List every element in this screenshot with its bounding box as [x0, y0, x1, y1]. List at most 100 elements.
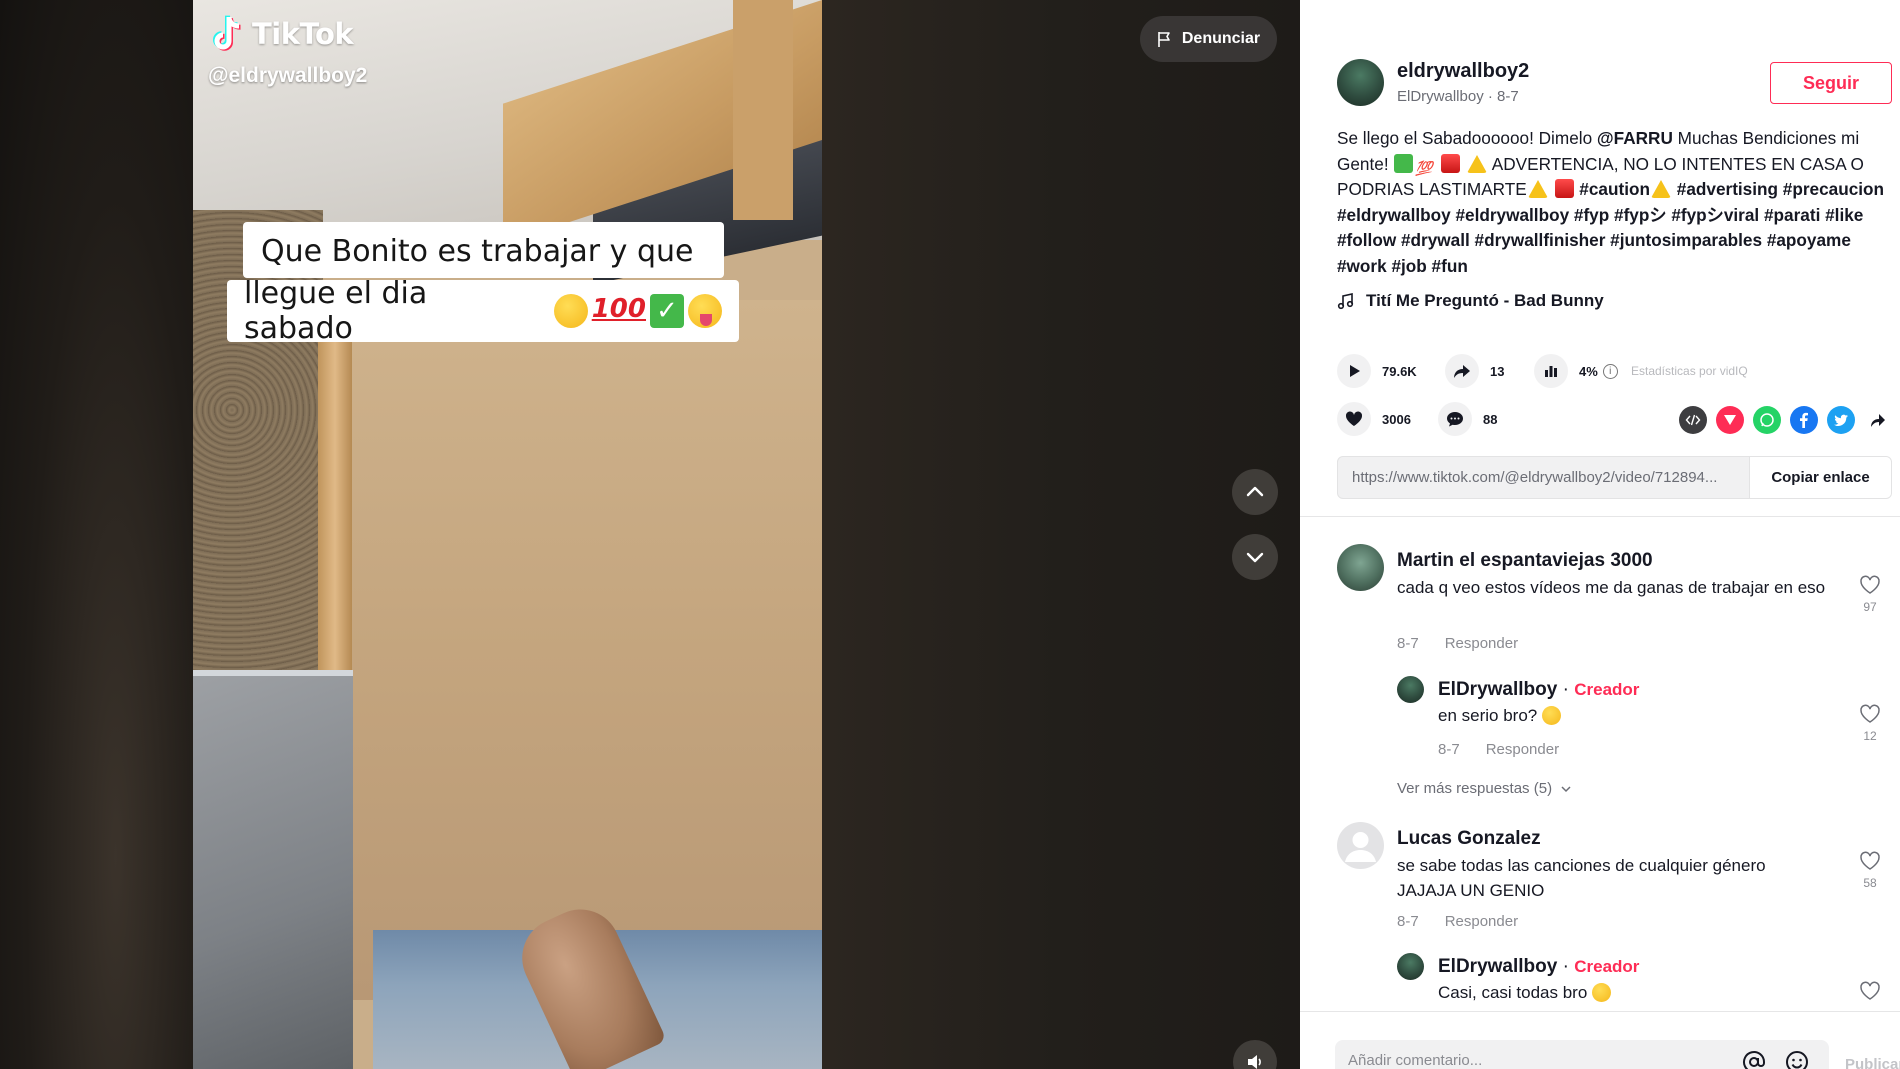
reply-author[interactable]: ElDrywallboy · Creador [1438, 679, 1639, 701]
emoji-picker-icon[interactable] [1785, 1050, 1809, 1069]
comment-like-count: 58 [1863, 876, 1877, 890]
engagement-button[interactable] [1534, 354, 1568, 388]
commenter-name[interactable]: Martin el espantaviejas 3000 [1397, 550, 1653, 572]
play-count-button[interactable] [1337, 354, 1371, 388]
embed-code-icon [1685, 414, 1701, 426]
comment-text: cada q veo estos vídeos me da ganas de t… [1397, 578, 1826, 597]
view-more-replies-label: Ver más respuestas (5) [1397, 780, 1553, 797]
share-arrow-icon [1871, 414, 1885, 427]
at-mention-icon[interactable] [1742, 1050, 1766, 1069]
hundred-emoji-icon: 100 [591, 294, 646, 324]
reply-avatar[interactable] [1397, 953, 1424, 980]
video-blur-background-left [0, 0, 193, 1069]
comment-list[interactable]: Martin el espantaviejas 3000 cada q veo … [1300, 517, 1900, 1011]
stat-engagement: 4% i [1534, 354, 1618, 388]
reply-button[interactable]: Responder [1445, 913, 1518, 930]
commenter-name[interactable]: Lucas Gonzalez [1397, 828, 1541, 850]
heart-outline-icon [1860, 575, 1880, 594]
video-scene-panel [193, 670, 353, 1069]
share-count: 13 [1490, 363, 1505, 379]
author-subline: ElDrywallboy · 8-7 [1397, 88, 1519, 105]
warning-emoji-icon [1466, 154, 1487, 173]
video-scene-stud [733, 0, 793, 220]
twitter-share-button[interactable] [1827, 406, 1855, 434]
video-blur-background-right [822, 0, 1300, 1069]
whatsapp-icon [1760, 413, 1774, 427]
previous-video-button[interactable] [1232, 469, 1278, 515]
author-username[interactable]: eldrywallboy2 [1397, 60, 1529, 83]
siren-emoji-icon [1441, 153, 1461, 173]
copy-link-button[interactable]: Copiar enlace [1749, 457, 1891, 498]
bar-chart-icon [1545, 366, 1557, 377]
stat-plays: 79.6K [1337, 354, 1417, 388]
like-button[interactable] [1337, 402, 1371, 436]
stat-comments: 88 [1438, 402, 1497, 436]
reply-text: en serio bro? [1438, 703, 1868, 728]
facebook-icon [1800, 412, 1808, 428]
video-caption-line-1: Que Bonito es trabajar y que [243, 222, 724, 278]
share-count-button[interactable] [1445, 354, 1479, 388]
report-button[interactable]: Denunciar [1140, 16, 1277, 62]
more-share-button[interactable] [1864, 406, 1892, 434]
author-nickname: ElDrywallboy [1397, 88, 1484, 105]
reply-like[interactable] [1855, 980, 1885, 1006]
name-separator: · [1557, 679, 1575, 700]
whatsapp-share-button[interactable] [1753, 406, 1781, 434]
view-more-replies-button[interactable]: Ver más respuestas (5) [1397, 780, 1572, 797]
facebook-share-button[interactable] [1790, 406, 1818, 434]
post-comment-button[interactable]: Publicar [1845, 1056, 1900, 1069]
comment-like[interactable]: 58 [1855, 850, 1885, 890]
stat-shares: 13 [1445, 354, 1504, 388]
speaker-icon [1248, 1055, 1261, 1069]
author-avatar[interactable] [1337, 59, 1384, 106]
reply-like-count: 12 [1863, 729, 1877, 743]
music-title: Tití Me Preguntó - Bad Bunny [1366, 291, 1604, 310]
video-link-url[interactable]: https://www.tiktok.com/@eldrywallboy2/vi… [1338, 469, 1749, 486]
comment-count: 88 [1483, 411, 1498, 427]
reply-author-name: ElDrywallboy [1438, 679, 1558, 700]
video-details-panel: eldrywallboy2 ElDrywallboy · 8-7 Seguir … [1300, 0, 1900, 1069]
comment-like[interactable]: 97 [1855, 574, 1885, 614]
music-link[interactable]: Tití Me Preguntó - Bad Bunny [1337, 291, 1604, 311]
tiktok-logo-icon [212, 14, 246, 54]
share-icon-row [1679, 406, 1892, 434]
heart-outline-icon [1860, 981, 1880, 1000]
creator-badge: Creador [1574, 680, 1640, 699]
reply-author[interactable]: ElDrywallboy · Creador [1438, 956, 1639, 978]
engagement-rate: 4% [1579, 363, 1598, 379]
watermark-handle: @eldrywallboy2 [208, 64, 368, 87]
embed-share-button[interactable] [1679, 406, 1707, 434]
follow-button[interactable]: Seguir [1770, 62, 1892, 104]
info-icon[interactable]: i [1602, 363, 1618, 379]
tiktok-wordmark: TikTok [252, 17, 354, 51]
reply-button[interactable]: Responder [1486, 741, 1559, 758]
reply-text: Casi, casi todas bro [1438, 980, 1868, 1005]
commenter-avatar[interactable] [1337, 822, 1384, 869]
video-frame[interactable] [193, 0, 822, 1069]
reply-avatar[interactable] [1397, 676, 1424, 703]
reply-button[interactable]: Responder [1445, 635, 1518, 652]
hashtag-caution[interactable]: #caution [1575, 179, 1650, 199]
warning-emoji-icon [1650, 179, 1671, 198]
commenter-avatar[interactable] [1337, 544, 1384, 591]
vidiq-attribution: Estadísticas por vidIQ [1631, 364, 1748, 378]
comment-button[interactable] [1438, 402, 1472, 436]
author-separator: · [1487, 88, 1498, 105]
twitter-icon [1834, 414, 1848, 426]
send-to-friends-button[interactable] [1716, 406, 1744, 434]
check-emoji-icon: ✓ [650, 294, 684, 328]
warning-emoji-icon [1527, 179, 1548, 198]
next-video-button[interactable] [1232, 534, 1278, 580]
comment-meta: 8-7 Responder [1397, 913, 1518, 930]
grin-emoji-icon [1592, 983, 1612, 1002]
reply-meta: 8-7 Responder [1438, 741, 1559, 758]
smirk-emoji-icon [553, 294, 588, 328]
comment-icon [1447, 412, 1463, 427]
description-text: Se llego el Sabadoooooo! Dimelo [1337, 128, 1597, 148]
video-scene-drywall [348, 300, 822, 1000]
comment-like-count: 97 [1863, 600, 1877, 614]
description-mention[interactable]: @FARRU [1597, 128, 1673, 148]
reply-like[interactable]: 12 [1855, 703, 1885, 743]
video-description: Se llego el Sabadoooooo! Dimelo @FARRU M… [1337, 126, 1892, 279]
play-icon [1350, 365, 1360, 377]
